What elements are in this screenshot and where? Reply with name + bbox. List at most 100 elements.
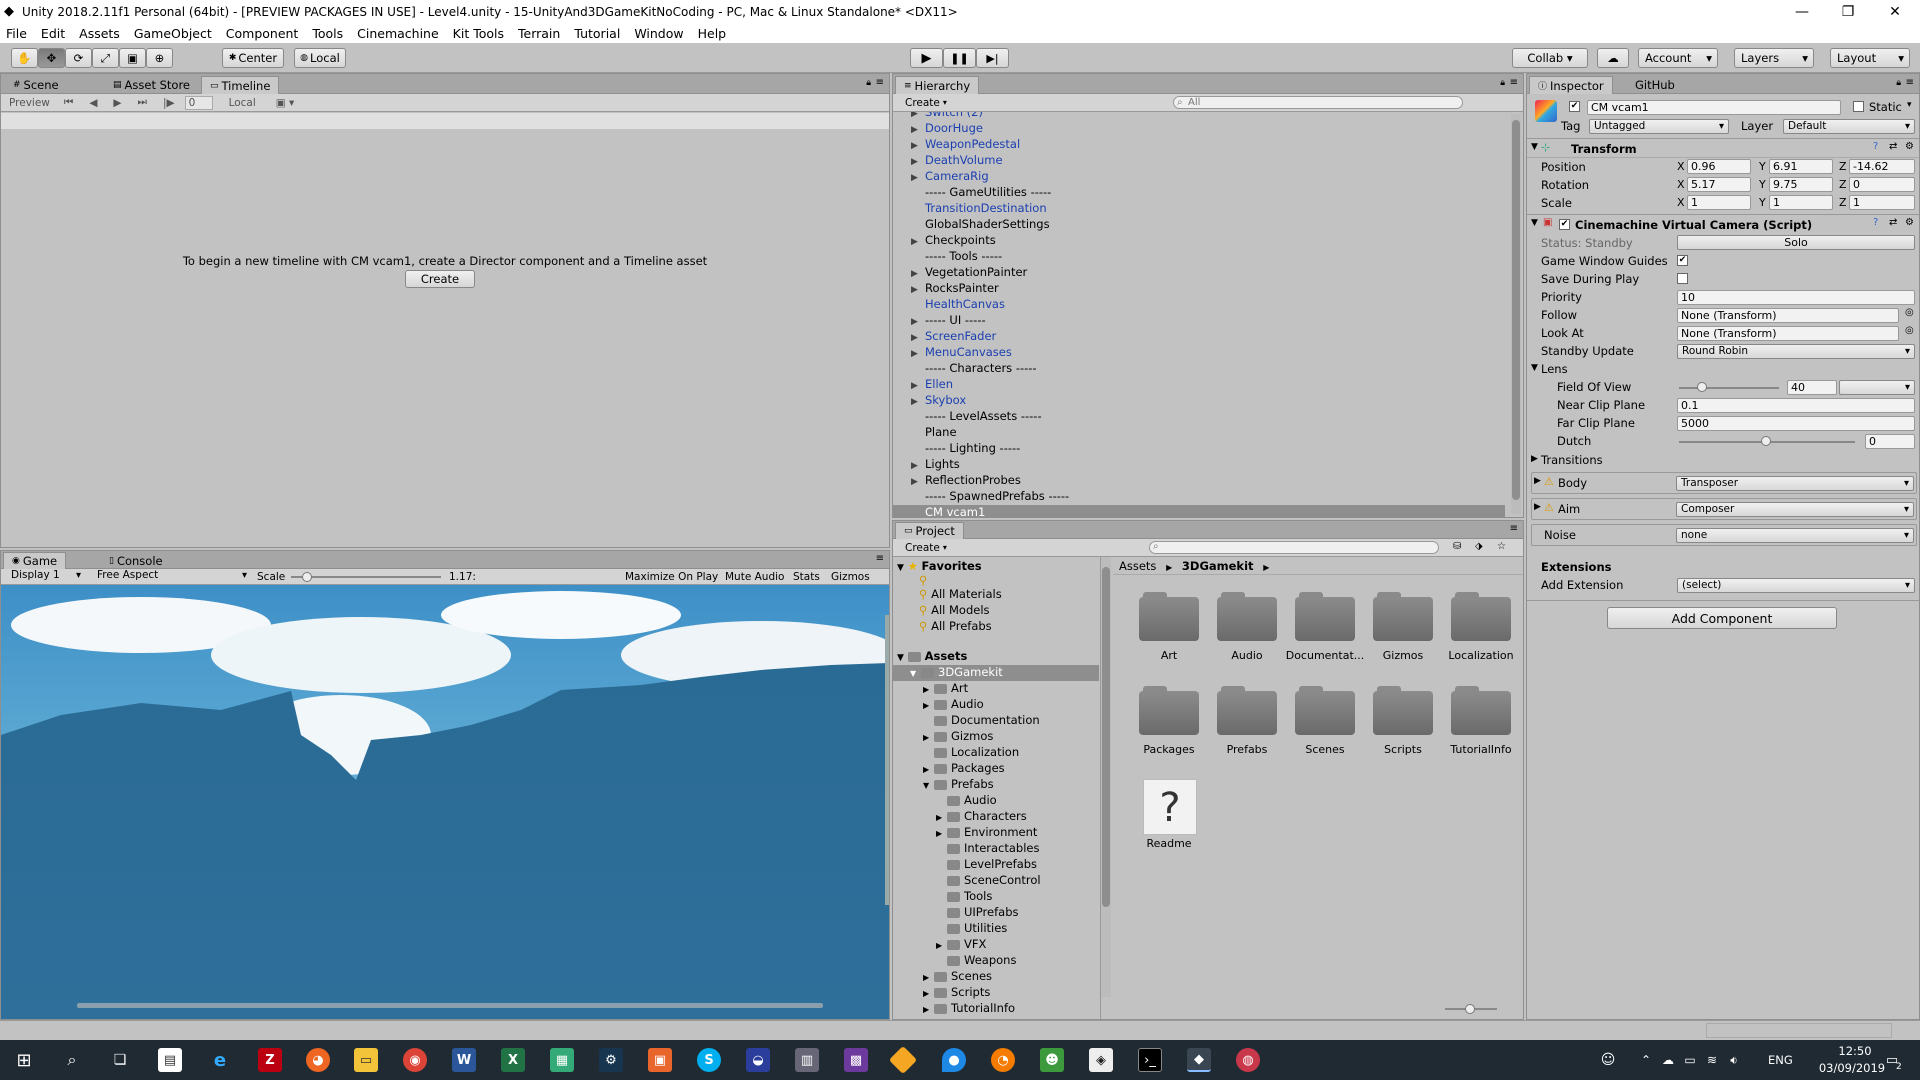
app-purple-icon[interactable]: ▩ [844, 1048, 868, 1072]
menu-window[interactable]: Window [634, 26, 683, 41]
foldout-closed-icon[interactable]: ▶ [911, 477, 923, 487]
project-tree-item[interactable]: SceneControl [893, 873, 1099, 889]
favorite-search[interactable]: ⚲ [919, 573, 927, 587]
game-window-guides-checkbox[interactable]: ✔ [1677, 255, 1688, 266]
foldout-closed-icon[interactable]: ▶ [911, 141, 923, 151]
asset-folder[interactable]: Packages [1129, 681, 1209, 771]
project-tree-item[interactable]: ▶ Scenes [893, 969, 1099, 985]
foldout-open-icon[interactable]: ▼ [910, 669, 921, 678]
people-icon[interactable]: ☺ [1596, 1048, 1620, 1072]
foldout-open-icon[interactable]: ▼ [897, 563, 904, 573]
unity-editor-icon[interactable]: ◆ [1187, 1048, 1211, 1072]
lock-icon[interactable]: 🔒︎ [1500, 78, 1505, 88]
project-tree-item[interactable]: ▶ Gizmos [893, 729, 1099, 745]
tab-inspector[interactable]: ⓘ Inspector [1529, 76, 1613, 94]
transform-y-field[interactable]: 9.75 [1769, 177, 1833, 192]
panel-menu-icon[interactable]: ≡ [876, 553, 884, 564]
pivot-center-button[interactable]: ✱ Center [222, 48, 284, 68]
object-picker-icon[interactable]: ◎ [1905, 307, 1914, 318]
favorite-item[interactable]: ⚲ All Prefabs [919, 619, 992, 633]
project-tree-item[interactable]: Weapons [893, 953, 1099, 969]
menu-file[interactable]: File [6, 26, 27, 41]
project-tree-item[interactable]: Interactables [893, 841, 1099, 857]
transform-z-field[interactable]: -14.62 [1849, 159, 1915, 174]
vcam-enabled-checkbox[interactable]: ✔ [1559, 219, 1570, 230]
static-checkbox[interactable] [1853, 101, 1864, 112]
gear-icon[interactable]: ⚙ [1905, 141, 1914, 152]
app-blue-icon[interactable]: ◒ [746, 1048, 770, 1072]
gear-icon[interactable]: ⚙ [1905, 217, 1914, 228]
presets-icon[interactable]: ⇄ [1889, 141, 1897, 152]
hierarchy-item[interactable]: ----- Lighting ----- [893, 441, 1505, 457]
project-tree-item[interactable]: ▶ Characters [893, 809, 1099, 825]
breadcrumb-assets[interactable]: Assets [1119, 559, 1156, 573]
project-tree-item[interactable]: Tools [893, 889, 1099, 905]
frame-field[interactable]: 0 [184, 95, 213, 110]
filezilla-icon[interactable]: Z [258, 1048, 282, 1072]
tab-github[interactable]: GitHub [1627, 76, 1683, 94]
foldout-closed-icon[interactable]: ▶ [911, 237, 923, 247]
wifi-icon[interactable]: ≋ [1700, 1048, 1724, 1072]
menu-tools[interactable]: Tools [312, 26, 343, 41]
breadcrumb-3dgamekit[interactable]: 3DGamekit [1182, 559, 1254, 573]
menu-gameobject[interactable]: GameObject [134, 26, 212, 41]
active-checkbox[interactable]: ✔ [1569, 101, 1580, 112]
app-red-icon[interactable]: ◍ [1236, 1048, 1260, 1072]
spreadsheet-icon[interactable]: ▦ [550, 1048, 574, 1072]
menu-component[interactable]: Component [226, 26, 299, 41]
scale-slider-thumb[interactable] [301, 572, 312, 582]
aspect-dropdown[interactable]: Free Aspect [93, 569, 251, 584]
create-timeline-button[interactable]: Create [405, 270, 475, 288]
rotate-tool-icon[interactable]: ⟳ [65, 48, 92, 68]
skype-icon[interactable]: S [697, 1048, 721, 1072]
foldout-closed-icon[interactable]: ▶ [911, 157, 923, 167]
project-tree-item[interactable]: ▶ Art [893, 681, 1099, 697]
fov-slider[interactable] [1679, 387, 1779, 389]
foldout-closed-icon[interactable]: ▶ [911, 125, 923, 135]
language-indicator[interactable]: ENG [1768, 1053, 1793, 1067]
foldout-closed-icon[interactable]: ▶ [911, 381, 923, 391]
tab-project[interactable]: ▭ Project [895, 522, 964, 539]
hierarchy-item[interactable]: ▶ Ellen [893, 377, 1505, 393]
presets-icon[interactable]: ⇄ [1889, 217, 1897, 228]
project-tree-item[interactable]: Documentation [893, 713, 1099, 729]
hierarchy-item[interactable]: ▶ Switch (2) [893, 112, 1505, 121]
menu-help[interactable]: Help [698, 26, 727, 41]
minimize-button[interactable]: — [1779, 0, 1825, 23]
hierarchy-item[interactable]: ▶ DeathVolume [893, 153, 1505, 169]
scale-slider[interactable] [291, 572, 441, 582]
preview-button[interactable]: Preview [9, 97, 50, 109]
asset-folder[interactable]: Localization [1441, 587, 1521, 677]
foldout-closed-icon[interactable]: ▶ [923, 989, 934, 998]
hierarchy-create-dropdown[interactable]: Create [905, 97, 940, 109]
cloud-sync-icon[interactable]: ☁ [1656, 1048, 1680, 1072]
hierarchy-item[interactable]: ▶ RocksPainter [893, 281, 1505, 297]
last-frame-button[interactable]: ⏭ [137, 96, 146, 109]
prev-frame-button[interactable]: ◀ [89, 97, 97, 109]
firefox-icon[interactable]: ◕ [306, 1048, 330, 1072]
pivot-local-button[interactable]: ◍ Local [294, 48, 346, 68]
chevron-down-icon[interactable]: ▾ [1907, 100, 1912, 110]
object-picker-icon[interactable]: ◎ [1905, 325, 1914, 336]
battery-icon[interactable]: ▭ [1678, 1048, 1702, 1072]
hierarchy-item[interactable]: Plane [893, 425, 1505, 441]
app-gray-icon[interactable]: ▥ [795, 1048, 819, 1072]
foldout-open-icon[interactable]: ▼ [1531, 363, 1538, 373]
foldout-open-icon[interactable]: ▼ [1531, 218, 1538, 228]
panel-menu-icon[interactable]: ≡ [1510, 77, 1518, 88]
foldout-open-icon[interactable]: ▼ [897, 653, 904, 663]
layers-dropdown[interactable]: Layers ▾ [1734, 48, 1814, 68]
search-icon[interactable]: ⌕ [60, 1048, 84, 1072]
follow-field[interactable]: None (Transform) [1677, 308, 1899, 323]
standby-update-dropdown[interactable]: Round Robin [1677, 344, 1915, 359]
project-tree-scrollbar[interactable] [1101, 557, 1111, 997]
edge-icon[interactable]: e [208, 1048, 232, 1072]
foldout-closed-icon[interactable]: ▶ [1531, 454, 1538, 464]
hierarchy-item[interactable]: ▶ VegetationPainter [893, 265, 1505, 281]
terminal-icon[interactable]: ›_ [1138, 1048, 1162, 1072]
foldout-closed-icon[interactable]: ▶ [936, 941, 947, 950]
close-button[interactable]: ✕ [1872, 0, 1918, 23]
hierarchy-item[interactable]: ▶ CameraRig [893, 169, 1505, 185]
stats-button[interactable]: Stats [793, 571, 820, 583]
windows-start-icon[interactable]: ⊞ [12, 1048, 36, 1072]
